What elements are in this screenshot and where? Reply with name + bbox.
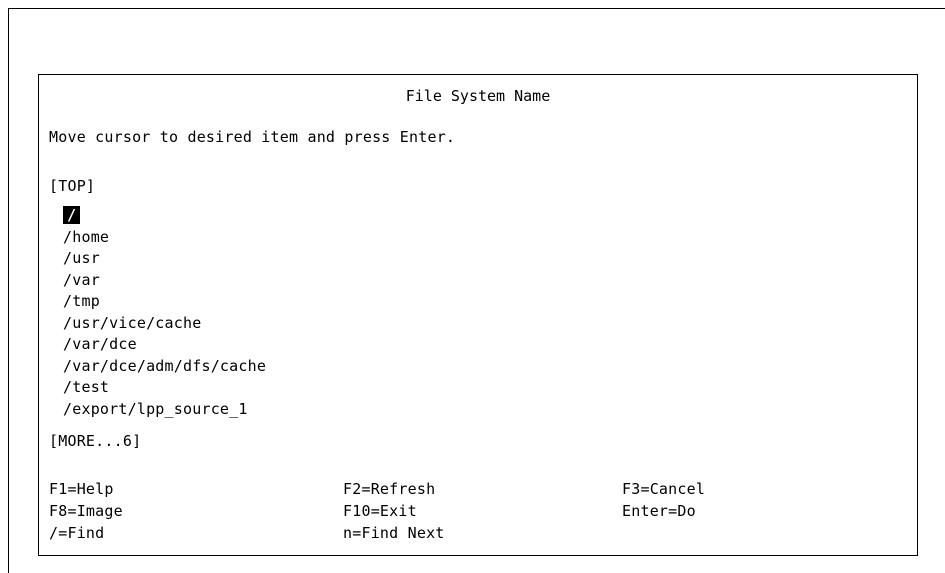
f10-exit-key[interactable]: F10=Exit	[343, 501, 417, 521]
enter-do-key[interactable]: Enter=Do	[622, 501, 696, 521]
list-item[interactable]: /test	[63, 377, 266, 399]
list-item-label: /var	[63, 270, 100, 289]
f1-help-key[interactable]: F1=Help	[49, 479, 114, 499]
list-item-label: /export/lpp_source_1	[63, 399, 248, 418]
more-marker: [MORE...6]	[49, 432, 142, 450]
list-item[interactable]: /usr/vice/cache	[63, 313, 266, 335]
list-item-label: /var/dce/adm/dfs/cache	[63, 356, 267, 375]
list-item-label: /var/dce	[63, 335, 137, 353]
list-item[interactable]: /var	[63, 270, 266, 292]
list-item[interactable]: /	[63, 205, 266, 227]
list-item-label: /test	[63, 378, 110, 396]
file-system-name-dialog: File System Name Move cursor to desired …	[38, 74, 918, 556]
list-item[interactable]: /var/dce/adm/dfs/cache	[63, 356, 266, 378]
file-system-list: / /home /usr /var /tmp /usr/vice/cache /…	[63, 205, 266, 420]
top-marker: [TOP]	[49, 177, 96, 195]
list-item-label: /	[63, 206, 81, 224]
dialog-title: File System Name	[405, 87, 551, 105]
list-item-label: /usr/vice/cache	[63, 313, 202, 332]
find-next-key[interactable]: n=Find Next	[343, 523, 445, 543]
list-item-label: /usr	[63, 249, 100, 267]
list-item[interactable]: /export/lpp_source_1	[63, 399, 266, 421]
list-item[interactable]: /home	[63, 227, 266, 249]
list-item-label: /tmp	[63, 292, 100, 310]
list-item[interactable]: /var/dce	[63, 334, 266, 356]
f3-cancel-key[interactable]: F3=Cancel	[622, 479, 705, 499]
instruction-text: Move cursor to desired item and press En…	[49, 128, 456, 146]
f2-refresh-key[interactable]: F2=Refresh	[343, 479, 435, 499]
list-item[interactable]: /usr	[63, 248, 266, 270]
find-key[interactable]: /=Find	[49, 523, 104, 543]
f8-image-key[interactable]: F8=Image	[49, 501, 123, 521]
list-item[interactable]: /tmp	[63, 291, 266, 313]
list-item-label: /home	[63, 227, 110, 246]
